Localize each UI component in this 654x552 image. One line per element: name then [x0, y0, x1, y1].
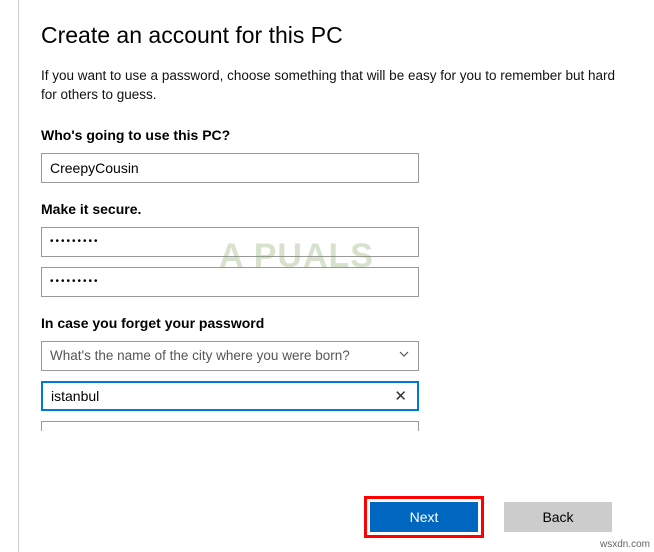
- next-button-highlight: Next: [364, 496, 484, 538]
- next-field-partial: [41, 421, 419, 431]
- account-creation-panel: Create an account for this PC If you wan…: [18, 0, 638, 552]
- chevron-down-icon: [398, 348, 410, 363]
- clear-icon[interactable]: ✕: [390, 387, 411, 405]
- button-bar: Next Back: [364, 496, 612, 538]
- page-description: If you want to use a password, choose so…: [41, 67, 621, 105]
- back-button[interactable]: Back: [504, 502, 612, 532]
- user-section-label: Who's going to use this PC?: [41, 127, 638, 143]
- password-confirm-input[interactable]: [41, 267, 419, 297]
- secure-section-label: Make it secure.: [41, 201, 638, 217]
- username-input[interactable]: [41, 153, 419, 183]
- page-title: Create an account for this PC: [41, 22, 638, 49]
- security-question-text: What's the name of the city where you we…: [50, 348, 350, 363]
- next-button[interactable]: Next: [370, 502, 478, 532]
- security-question-select[interactable]: What's the name of the city where you we…: [41, 341, 419, 371]
- security-answer-wrap[interactable]: ✕: [41, 381, 419, 411]
- security-answer-input[interactable]: [49, 383, 390, 409]
- password-input[interactable]: [41, 227, 419, 257]
- recovery-section-label: In case you forget your password: [41, 315, 638, 331]
- image-credit: wsxdn.com: [600, 539, 650, 550]
